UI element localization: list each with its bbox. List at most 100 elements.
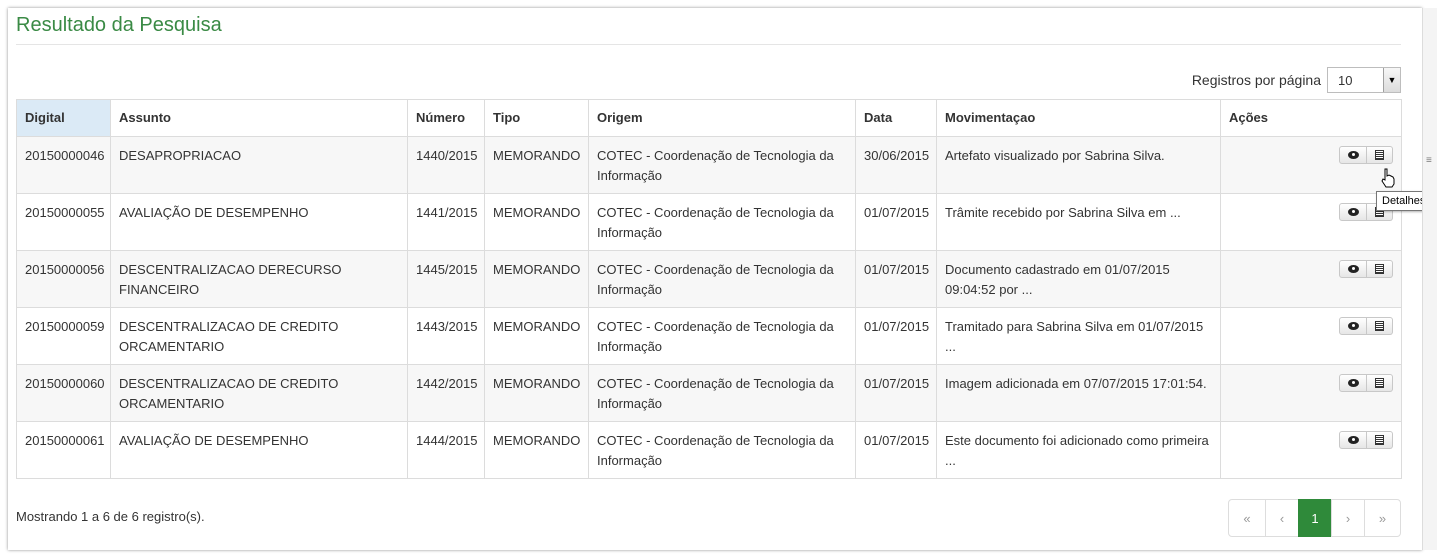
- title-divider: [16, 44, 1401, 45]
- cell-tipo: MEMORANDO: [484, 307, 589, 365]
- row-actions: [1339, 374, 1393, 392]
- records-per-page-select[interactable]: 10 ▼: [1327, 67, 1401, 93]
- table-row: 20150000055 AVALIAÇÃO DE DESEMPENHO 1441/2…: [16, 193, 1402, 251]
- table-row: 20150000061 AVALIAÇÃO DE DESEMPENHO 1444/2…: [16, 421, 1402, 479]
- column-header-movimentacao[interactable]: Movimentaçao: [936, 99, 1221, 137]
- cell-movimentacao: Tramitado para Sabrina Silva em 01/07/20…: [936, 307, 1221, 365]
- view-button[interactable]: [1339, 317, 1367, 335]
- column-header-assunto[interactable]: Assunto: [110, 99, 408, 137]
- eye-icon: [1347, 208, 1359, 216]
- column-header-data[interactable]: Data: [855, 99, 937, 137]
- cell-data: 30/06/2015: [855, 136, 937, 194]
- pagination-last-button[interactable]: »: [1364, 499, 1401, 537]
- pagination-page-1-button[interactable]: 1: [1298, 499, 1332, 537]
- view-button[interactable]: [1339, 374, 1367, 392]
- results-table: Digital Assunto Número Tipo Origem Data …: [16, 99, 1402, 479]
- column-header-digital[interactable]: Digital: [16, 99, 111, 137]
- cell-numero: 1442/2015: [407, 364, 485, 422]
- pagination: « ‹ 1 › »: [1228, 499, 1401, 537]
- dropdown-arrow-icon[interactable]: ▼: [1383, 68, 1400, 92]
- cell-acoes: [1220, 421, 1402, 479]
- list-icon: [1375, 435, 1384, 445]
- eye-icon: [1347, 151, 1359, 159]
- cell-movimentacao: Artefato visualizado por Sabrina Silva.: [936, 136, 1221, 194]
- table-row: 20150000059 DESCENTRALIZACAO DE CREDITO O…: [16, 307, 1402, 365]
- cell-acoes: [1220, 364, 1402, 422]
- table-row: 20150000046 DESAPROPRIACAO 1440/2015 MEMORA…: [16, 136, 1402, 194]
- cell-numero: 1440/2015: [407, 136, 485, 194]
- records-per-page-label: Registros por página: [1191, 72, 1321, 88]
- list-icon: [1375, 264, 1384, 274]
- details-button[interactable]: [1367, 374, 1393, 392]
- eye-icon: [1347, 322, 1359, 330]
- row-actions: [1339, 317, 1393, 335]
- pagination-next-button[interactable]: ›: [1331, 499, 1365, 537]
- cell-assunto: DESCENTRALIZACAO DE CREDITO ORCAMENTARIO: [110, 307, 408, 365]
- cell-data: 01/07/2015: [855, 307, 937, 365]
- cell-assunto: AVALIAÇÃO DE DESEMPENHO: [110, 421, 408, 479]
- eye-icon: [1347, 265, 1359, 273]
- hand-cursor-icon: [1381, 168, 1395, 188]
- table-header-row: Digital Assunto Número Tipo Origem Data …: [16, 99, 1402, 137]
- cell-origem: COTEC - Coordenação de Tecnologia da Inf…: [588, 307, 856, 365]
- details-button[interactable]: [1367, 431, 1393, 449]
- cell-origem: COTEC - Coordenação de Tecnologia da Inf…: [588, 136, 856, 194]
- details-button[interactable]: [1367, 260, 1393, 278]
- records-per-page: Registros por página 10 ▼: [1192, 66, 1401, 94]
- pagination-first-button[interactable]: «: [1228, 499, 1266, 537]
- details-tooltip: Detalhes: [1376, 191, 1422, 211]
- cell-numero: 1441/2015: [407, 193, 485, 251]
- view-button[interactable]: [1339, 203, 1367, 221]
- cell-movimentacao: Documento cadastrado em 01/07/2015 09:04…: [936, 250, 1221, 308]
- cell-tipo: MEMORANDO: [484, 193, 589, 251]
- cell-origem: COTEC - Coordenação de Tecnologia da Inf…: [588, 250, 856, 308]
- view-button[interactable]: [1339, 431, 1367, 449]
- table-row: 20150000060 DESCENTRALIZACAO DE CREDITO O…: [16, 364, 1402, 422]
- page-title: Resultado da Pesquisa: [16, 14, 222, 36]
- cell-digital: 20150000056: [16, 250, 111, 308]
- details-button[interactable]: [1367, 146, 1393, 164]
- search-results-panel: Resultado da Pesquisa Registros por pági…: [8, 8, 1422, 550]
- column-header-origem[interactable]: Origem: [588, 99, 856, 137]
- eye-icon: [1347, 436, 1359, 444]
- cell-acoes: [1220, 136, 1402, 194]
- column-header-tipo[interactable]: Tipo: [484, 99, 589, 137]
- column-header-numero[interactable]: Número: [407, 99, 485, 137]
- view-button[interactable]: [1339, 260, 1367, 278]
- details-button[interactable]: [1367, 317, 1393, 335]
- cell-data: 01/07/2015: [855, 421, 937, 479]
- vertical-scrollbar[interactable]: ≡: [1422, 8, 1437, 550]
- cell-tipo: MEMORANDO: [484, 421, 589, 479]
- cell-origem: COTEC - Coordenação de Tecnologia da Inf…: [588, 421, 856, 479]
- cell-digital: 20150000059: [16, 307, 111, 365]
- cell-movimentacao: Trâmite recebido por Sabrina Silva em ..…: [936, 193, 1221, 251]
- cell-assunto: DESCENTRALIZACAO DERECURSO FINANCEIRO: [110, 250, 408, 308]
- cell-tipo: MEMORANDO: [484, 250, 589, 308]
- results-count-text: Mostrando 1 a 6 de 6 registro(s).: [16, 509, 205, 524]
- cell-tipo: MEMORANDO: [484, 136, 589, 194]
- scrollbar-grip-icon[interactable]: ≡: [1426, 156, 1432, 166]
- list-icon: [1375, 378, 1384, 388]
- column-header-acoes: Ações: [1220, 99, 1402, 137]
- cell-acoes: [1220, 193, 1402, 251]
- table-row: 20150000056 DESCENTRALIZACAO DERECURSO FI…: [16, 250, 1402, 308]
- cell-assunto: DESCENTRALIZACAO DE CREDITO ORCAMENTARIO: [110, 364, 408, 422]
- list-icon: [1375, 150, 1384, 160]
- cell-data: 01/07/2015: [855, 193, 937, 251]
- cell-origem: COTEC - Coordenação de Tecnologia da Inf…: [588, 193, 856, 251]
- cell-digital: 20150000046: [16, 136, 111, 194]
- cell-assunto: AVALIAÇÃO DE DESEMPENHO: [110, 193, 408, 251]
- pagination-prev-button[interactable]: ‹: [1265, 499, 1299, 537]
- cell-movimentacao: Imagem adicionada em 07/07/2015 17:01:54…: [936, 364, 1221, 422]
- cell-digital: 20150000060: [16, 364, 111, 422]
- list-icon: [1375, 321, 1384, 331]
- cell-data: 01/07/2015: [855, 250, 937, 308]
- cell-movimentacao: Este documento foi adicionado como prime…: [936, 421, 1221, 479]
- row-actions: [1339, 146, 1393, 164]
- cell-numero: 1444/2015: [407, 421, 485, 479]
- row-actions: [1339, 431, 1393, 449]
- eye-icon: [1347, 379, 1359, 387]
- cell-numero: 1445/2015: [407, 250, 485, 308]
- view-button[interactable]: [1339, 146, 1367, 164]
- cell-acoes: [1220, 307, 1402, 365]
